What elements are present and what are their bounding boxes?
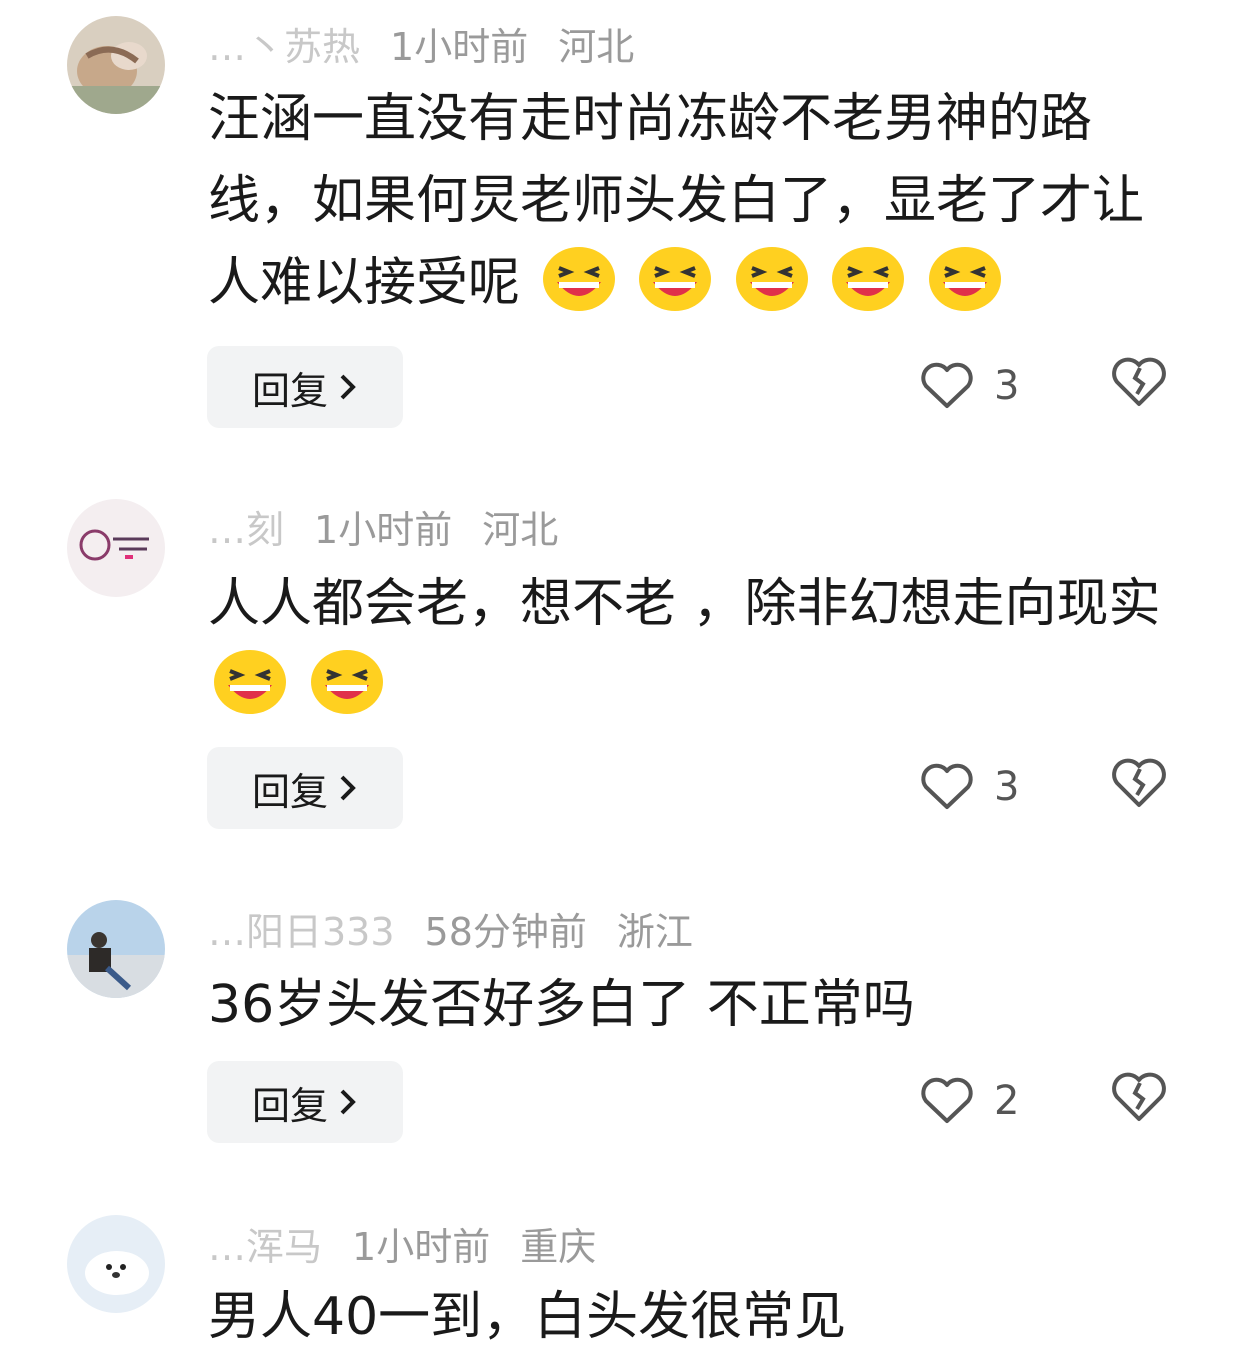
location: 浙江: [616, 909, 693, 954]
reply-label: 回复: [251, 1083, 328, 1128]
reply-label: 回复: [251, 769, 328, 814]
username[interactable]: …刻: [208, 499, 284, 554]
timestamp: 58分钟前: [424, 909, 587, 954]
broken-heart-icon: [1112, 758, 1166, 807]
like-button[interactable]: 3: [920, 356, 1019, 416]
emoji-group: [208, 650, 385, 716]
comment-meta: …阳日333 58分钟前 浙江: [208, 901, 693, 956]
dislike-button[interactable]: [1110, 356, 1168, 414]
comment-meta: …丶苏热 1小时前 河北: [208, 16, 635, 71]
dislike-button[interactable]: [1110, 757, 1168, 815]
like-count: 3: [994, 764, 1020, 810]
location: 河北: [482, 507, 559, 552]
laughing-emoji-icon: [310, 650, 383, 714]
laughing-emoji-icon: [639, 247, 712, 311]
chevron-right-icon: [340, 775, 356, 801]
heart-outline-icon: [921, 763, 973, 809]
reply-button[interactable]: 回复: [207, 346, 403, 428]
timestamp: 1小时前: [390, 24, 529, 69]
like-count: 2: [994, 1078, 1020, 1124]
chevron-right-icon: [340, 1089, 356, 1115]
broken-heart-icon: [1112, 1072, 1166, 1121]
laughing-emoji-icon: [928, 247, 1001, 311]
dislike-button[interactable]: [1110, 1071, 1168, 1129]
broken-heart-icon: [1112, 357, 1166, 406]
reply-button[interactable]: 回复: [207, 747, 403, 829]
laughing-emoji-icon: [214, 650, 286, 714]
comment-text: 男人40一到，白头发很常见: [208, 1276, 1188, 1358]
heart-outline-icon: [921, 1077, 973, 1123]
username[interactable]: …丶苏热: [208, 16, 360, 71]
comment-text: 36岁头发否好多白了 不正常吗: [208, 964, 1188, 1046]
username[interactable]: …浑马: [208, 1216, 322, 1271]
username[interactable]: …阳日333: [208, 901, 395, 956]
reply-button[interactable]: 回复: [207, 1061, 403, 1143]
timestamp: 1小时前: [314, 507, 453, 552]
avatar[interactable]: [67, 900, 165, 998]
comment-text: 人人都会老，想不老 ，除非幻想走向现实: [208, 563, 1198, 727]
laughing-emoji-icon: [735, 247, 808, 311]
comment-text-content: 人人都会老，想不老 ，除非幻想走向现实: [208, 574, 1161, 634]
like-button[interactable]: 3: [920, 757, 1019, 817]
avatar[interactable]: [67, 499, 165, 597]
reply-label: 回复: [251, 368, 328, 413]
like-count: 3: [994, 363, 1020, 409]
laughing-emoji-icon: [832, 247, 905, 311]
comment-text-content: 男人40一到，白头发很常见: [208, 1287, 847, 1347]
like-button[interactable]: 2: [920, 1071, 1019, 1131]
laughing-emoji-icon: [542, 247, 615, 311]
chevron-right-icon: [340, 374, 356, 400]
comment-meta: …刻 1小时前 河北: [208, 499, 559, 554]
location: 重庆: [520, 1224, 597, 1269]
comment-text-content: 36岁头发否好多白了 不正常吗: [208, 975, 915, 1035]
comment-meta: …浑马 1小时前 重庆: [208, 1216, 597, 1271]
avatar[interactable]: [67, 16, 165, 114]
avatar[interactable]: [67, 1215, 165, 1313]
emoji-group: [520, 247, 1003, 313]
comment-text: 汪涵一直没有走时尚冻龄不老男神的路线，如果何炅老师头发白了，显老了才让人难以接受…: [208, 78, 1188, 324]
timestamp: 1小时前: [352, 1224, 491, 1269]
location: 河北: [558, 24, 635, 69]
heart-outline-icon: [921, 362, 973, 408]
